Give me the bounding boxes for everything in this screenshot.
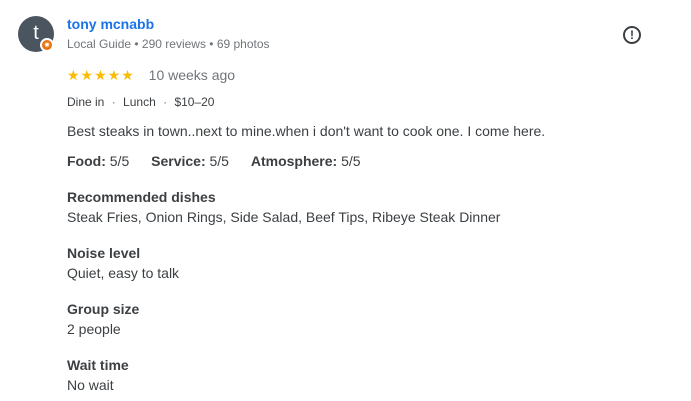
detail-label: Noise level [67, 245, 141, 261]
score-value: 5/5 [209, 153, 229, 169]
detail-label: Wait time [67, 357, 129, 373]
star-rating: ★★★★★ [67, 67, 135, 83]
visit-separator: · [163, 95, 168, 109]
score-food: Food: 5/5 [67, 153, 129, 169]
visit-meal: Lunch [123, 95, 156, 109]
detail-noise-level: Noise level Quiet, easy to talk [67, 245, 179, 281]
review-text: Best steaks in town..next to mine.when i… [67, 123, 546, 139]
detail-value: 2 people [67, 321, 121, 337]
detail-label: Group size [67, 301, 140, 317]
detail-label: Recommended dishes [67, 189, 216, 205]
local-guide-badge-icon: ✷ [40, 38, 54, 52]
visit-separator: · [111, 95, 116, 109]
detail-value: Steak Fries, Onion Rings, Side Salad, Be… [67, 209, 501, 225]
score-value: 5/5 [109, 153, 130, 169]
detail-value: No wait [67, 377, 114, 393]
detail-value: Quiet, easy to talk [67, 265, 180, 281]
report-review-icon[interactable]: ! [623, 26, 641, 44]
detail-wait-time: Wait time No wait [67, 357, 129, 393]
reviewer-name[interactable]: tony mcnabb [67, 16, 154, 32]
score-row: Food: 5/5 Service: 5/5 Atmosphere: 5/5 [67, 153, 379, 169]
score-value: 5/5 [341, 153, 361, 169]
score-label: Atmosphere: [250, 153, 338, 169]
detail-group-size: Group size 2 people [67, 301, 139, 337]
score-atmosphere: Atmosphere: 5/5 [251, 153, 361, 169]
avatar-initial: t [33, 22, 39, 44]
score-label: Service: [151, 153, 206, 169]
score-label: Food: [67, 153, 106, 169]
review-date: 10 weeks ago [148, 67, 236, 83]
reviewer-meta: Local Guide • 290 reviews • 69 photos [67, 37, 270, 51]
visit-service: Dine in [67, 95, 105, 109]
score-service: Service: 5/5 [151, 153, 229, 169]
visit-price: $10–20 [174, 95, 215, 109]
rating-row: ★★★★★ 10 weeks ago [67, 67, 235, 84]
detail-recommended-dishes: Recommended dishes Steak Fries, Onion Ri… [67, 189, 500, 225]
visit-info: Dine in · Lunch · $10–20 [67, 95, 214, 109]
